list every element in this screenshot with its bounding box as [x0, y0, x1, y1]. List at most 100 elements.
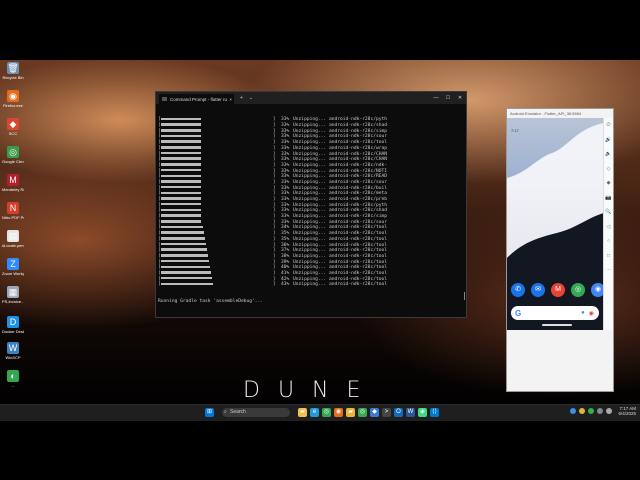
- clock-date: 6/4/2025: [618, 411, 636, 416]
- close-button[interactable]: ✕: [454, 95, 466, 101]
- desktop-icon-glyph: ▦: [7, 286, 19, 298]
- chrome-2-taskbar-icon[interactable]: ◎: [358, 408, 367, 417]
- emulator-control-icon[interactable]: 🔍: [605, 205, 611, 220]
- new-tab-button[interactable]: +: [240, 95, 243, 101]
- progress-fill: [160, 282, 213, 286]
- emulator-control-icon[interactable]: □: [607, 249, 610, 264]
- desktop-icon[interactable]: DDocker Desktop: [2, 316, 24, 334]
- emulator-control-icon[interactable]: 🔊: [605, 133, 611, 148]
- taskbar-search[interactable]: ⌕ Search: [222, 408, 290, 417]
- progress-fill: [160, 237, 205, 240]
- tray-icon-3[interactable]: [588, 408, 595, 414]
- desktop-icon-label: Zoom Workplace: [2, 271, 24, 276]
- desktop-icon-glyph: W: [7, 342, 19, 354]
- progress-fill: [160, 276, 212, 280]
- chrome-taskbar-icon[interactable]: ◎: [322, 408, 331, 417]
- terminal-titlebar[interactable]: Command Prompt - flutter ru × + ⌄ — ☐ ✕: [156, 92, 466, 104]
- chevron-down-icon[interactable]: ⌄: [249, 95, 253, 101]
- scrollbar[interactable]: [464, 292, 465, 300]
- desktop-icon-label: WinSCP: [5, 355, 21, 360]
- volume-icon[interactable]: [606, 408, 613, 414]
- desktop-icon-glyph: ◆: [7, 118, 19, 130]
- mic-icon[interactable]: ●: [581, 310, 585, 316]
- minimize-button[interactable]: —: [430, 95, 442, 101]
- terminal-output[interactable]: [] 33% Unzipping... android-ndk-r28c/pyth[…: [158, 106, 462, 315]
- emulator-control-icon[interactable]: 📷: [605, 191, 611, 206]
- desktop-icon[interactable]: W WinSCP: [2, 342, 24, 360]
- terminal-taskbar-icon[interactable]: >: [382, 408, 391, 417]
- dock: ✆ ✉ M ◎ ◉: [511, 283, 604, 297]
- emulator-control-icon[interactable]: ◇: [607, 162, 611, 177]
- progress-fill: [160, 265, 210, 269]
- emulator-control-icon[interactable]: ○: [607, 234, 610, 249]
- windows-start-icon[interactable]: ⊞: [205, 408, 214, 417]
- android-studio-taskbar-icon[interactable]: ◈: [418, 408, 427, 417]
- progress-fill: [160, 225, 203, 229]
- desktop-icon[interactable]: ZZoom Workplace: [2, 258, 24, 276]
- desktop-icon[interactable]: ◆ SCC: [2, 118, 24, 136]
- wifi-icon[interactable]: [597, 408, 604, 414]
- status-time: 7:17: [511, 128, 519, 133]
- chrome-app-icon[interactable]: ◎: [571, 283, 585, 297]
- desktop-icon-glyph: ◎: [7, 146, 19, 158]
- emulator-control-icon[interactable]: ◁: [607, 220, 611, 235]
- emulator-control-icon[interactable]: 🔉: [605, 147, 611, 162]
- window-controls: — ☐ ✕: [430, 95, 466, 101]
- desktop-icon[interactable]: ▤ id.ocale.pem: [2, 230, 24, 248]
- tray-icon-1[interactable]: [570, 408, 577, 414]
- file-explorer-taskbar-icon[interactable]: ▰: [298, 408, 307, 417]
- desktop-icon-label: ...: [11, 383, 15, 388]
- terminal-tab[interactable]: Command Prompt - flutter ru ×: [159, 94, 234, 104]
- desktop-icon[interactable]: ◎Google Chrome: [2, 146, 24, 164]
- progress-fill: [160, 157, 201, 160]
- home-indicator[interactable]: [542, 324, 572, 326]
- lens-icon[interactable]: ◉: [589, 310, 594, 317]
- progress-fill: [160, 271, 211, 274]
- desktop-icon[interactable]: ◐...: [2, 370, 24, 388]
- folder-taskbar-icon[interactable]: ▰: [346, 408, 355, 417]
- word-taskbar-icon[interactable]: W: [406, 408, 415, 417]
- outlook-taskbar-icon[interactable]: O: [394, 408, 403, 417]
- vscode-taskbar-icon[interactable]: ⟨⟩: [430, 408, 439, 417]
- progress-fill: [160, 134, 201, 138]
- progress-fill: [160, 214, 201, 217]
- progress-fill: [160, 231, 204, 234]
- command-prompt-window[interactable]: Command Prompt - flutter ru × + ⌄ — ☐ ✕ …: [155, 91, 467, 318]
- emulator-control-icon[interactable]: ◆: [607, 176, 611, 191]
- firefox-taskbar-icon[interactable]: ◉: [334, 408, 343, 417]
- maximize-button[interactable]: ☐: [442, 95, 454, 101]
- desktop-icon-label: SCC: [8, 131, 18, 136]
- clock[interactable]: 7:17 AM 6/4/2025: [618, 406, 636, 416]
- emulator-control-icon[interactable]: ⋯: [606, 263, 611, 278]
- android-emulator-window[interactable]: Android Emulator - Flutter_API_36:5554 7…: [506, 108, 614, 392]
- gmail-app-icon[interactable]: M: [551, 283, 565, 297]
- progress-fill: [160, 123, 201, 126]
- taskbar-search-placeholder: Search: [230, 409, 246, 415]
- desktop-icon[interactable]: ▦PS,Invoice... Pictures: [2, 286, 24, 304]
- messages-app-icon[interactable]: ✉: [531, 283, 545, 297]
- progress-fill: [160, 117, 201, 121]
- progress-fill: [160, 248, 207, 251]
- emulator-screen[interactable]: 7:17 ✆ ✉ M ◎ ◉ G ● ◉: [507, 118, 604, 330]
- phone-app-icon[interactable]: ✆: [511, 283, 525, 297]
- progress-fill: [160, 185, 201, 189]
- emulator-control-icon[interactable]: ⏻: [607, 118, 611, 133]
- desktop-icon-glyph: M: [7, 174, 19, 186]
- close-tab-icon[interactable]: ×: [229, 97, 232, 102]
- progress-fill: [160, 163, 201, 166]
- desktop-icon-label: PS,Invoice... Pictures: [2, 299, 24, 304]
- desktop-icon[interactable]: NNitro PDF Pro: [2, 202, 24, 220]
- desktop-icon[interactable]: MMendeley Referen...: [2, 174, 24, 192]
- desktop-icon-glyph: Z: [7, 258, 19, 270]
- progress-fill: [160, 168, 201, 172]
- desktop-icon-label: Google Chrome: [2, 159, 24, 164]
- google-search-bar[interactable]: G ● ◉: [511, 306, 599, 320]
- desktop-icon[interactable]: ◉ Firefox.exe: [2, 90, 24, 108]
- edge-taskbar-icon[interactable]: e: [310, 408, 319, 417]
- photos-taskbar-icon[interactable]: ◆: [370, 408, 379, 417]
- desktop-icon-glyph: ▤: [7, 230, 19, 242]
- desktop-icon[interactable]: 🗑 Recycle Bin: [2, 62, 24, 80]
- emulator-device[interactable]: 7:17 ✆ ✉ M ◎ ◉ G ● ◉: [507, 118, 604, 330]
- tray-icon-2[interactable]: [579, 408, 586, 414]
- desktop-icon-glyph: ◉: [7, 90, 19, 102]
